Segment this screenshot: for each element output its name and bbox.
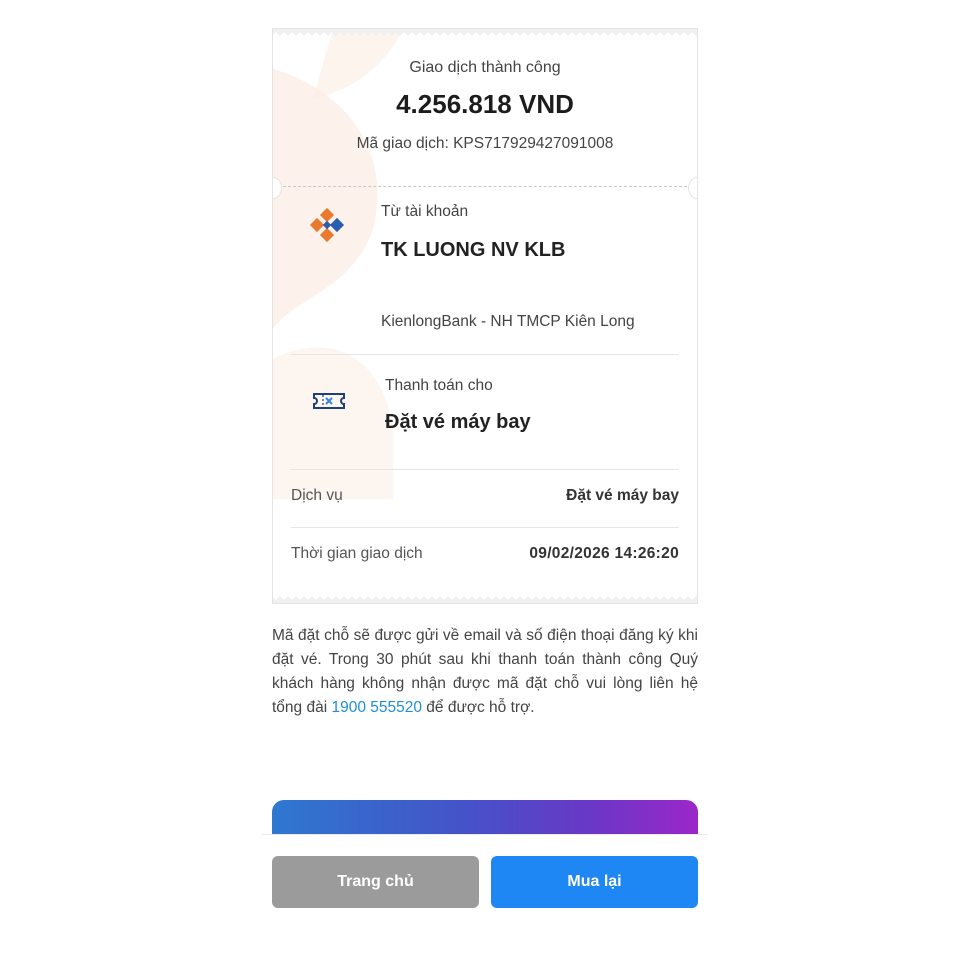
buy-again-button[interactable]: Mua lại (491, 856, 698, 908)
from-account-name: TK LUONG NV KLB (381, 239, 566, 261)
ticket-icon (311, 383, 347, 419)
bank-name: KienlongBank - NH TMCP Kiên Long (381, 313, 635, 330)
transaction-amount: 4.256.818 VND (396, 89, 574, 119)
divider (291, 469, 679, 470)
transaction-status: Giao dịch thành công (409, 59, 561, 76)
ticket-notch-left (273, 177, 282, 199)
service-value: Đặt vé máy bay (566, 487, 679, 504)
transaction-result-screen: Giao dịch thành công 4.256.818 VND Mã gi… (0, 0, 967, 958)
payment-for-value: Đặt vé máy bay (385, 411, 531, 433)
promo-banner[interactable] (272, 800, 698, 834)
note-text-end: để được hỗ trợ. (421, 699, 535, 716)
transaction-time-value: 09/02/2026 14:26:20 (529, 545, 679, 562)
receipt-card: Giao dịch thành công 4.256.818 VND Mã gi… (272, 28, 698, 604)
receipt-bottom-edge (273, 596, 697, 603)
dashed-separator (283, 186, 687, 187)
payment-for-label: Thanh toán cho (385, 377, 493, 394)
transaction-code: Mã giao dịch: KPS717929427091008 (356, 135, 614, 152)
transaction-time-label: Thời gian giao dịch (291, 545, 423, 562)
home-button[interactable]: Trang chủ (272, 856, 479, 908)
divider (291, 354, 679, 355)
booking-code-note: Mã đặt chỗ sẽ được gửi về email và số đi… (272, 624, 698, 720)
divider (291, 527, 679, 528)
hotline-link[interactable]: 1900 555520 (331, 699, 422, 716)
ticket-notch-right (688, 177, 697, 199)
from-account-label: Từ tài khoản (381, 203, 469, 220)
service-label: Dịch vụ (291, 487, 343, 504)
receipt-top-edge (273, 29, 697, 36)
kienlongbank-logo-icon (309, 207, 345, 243)
